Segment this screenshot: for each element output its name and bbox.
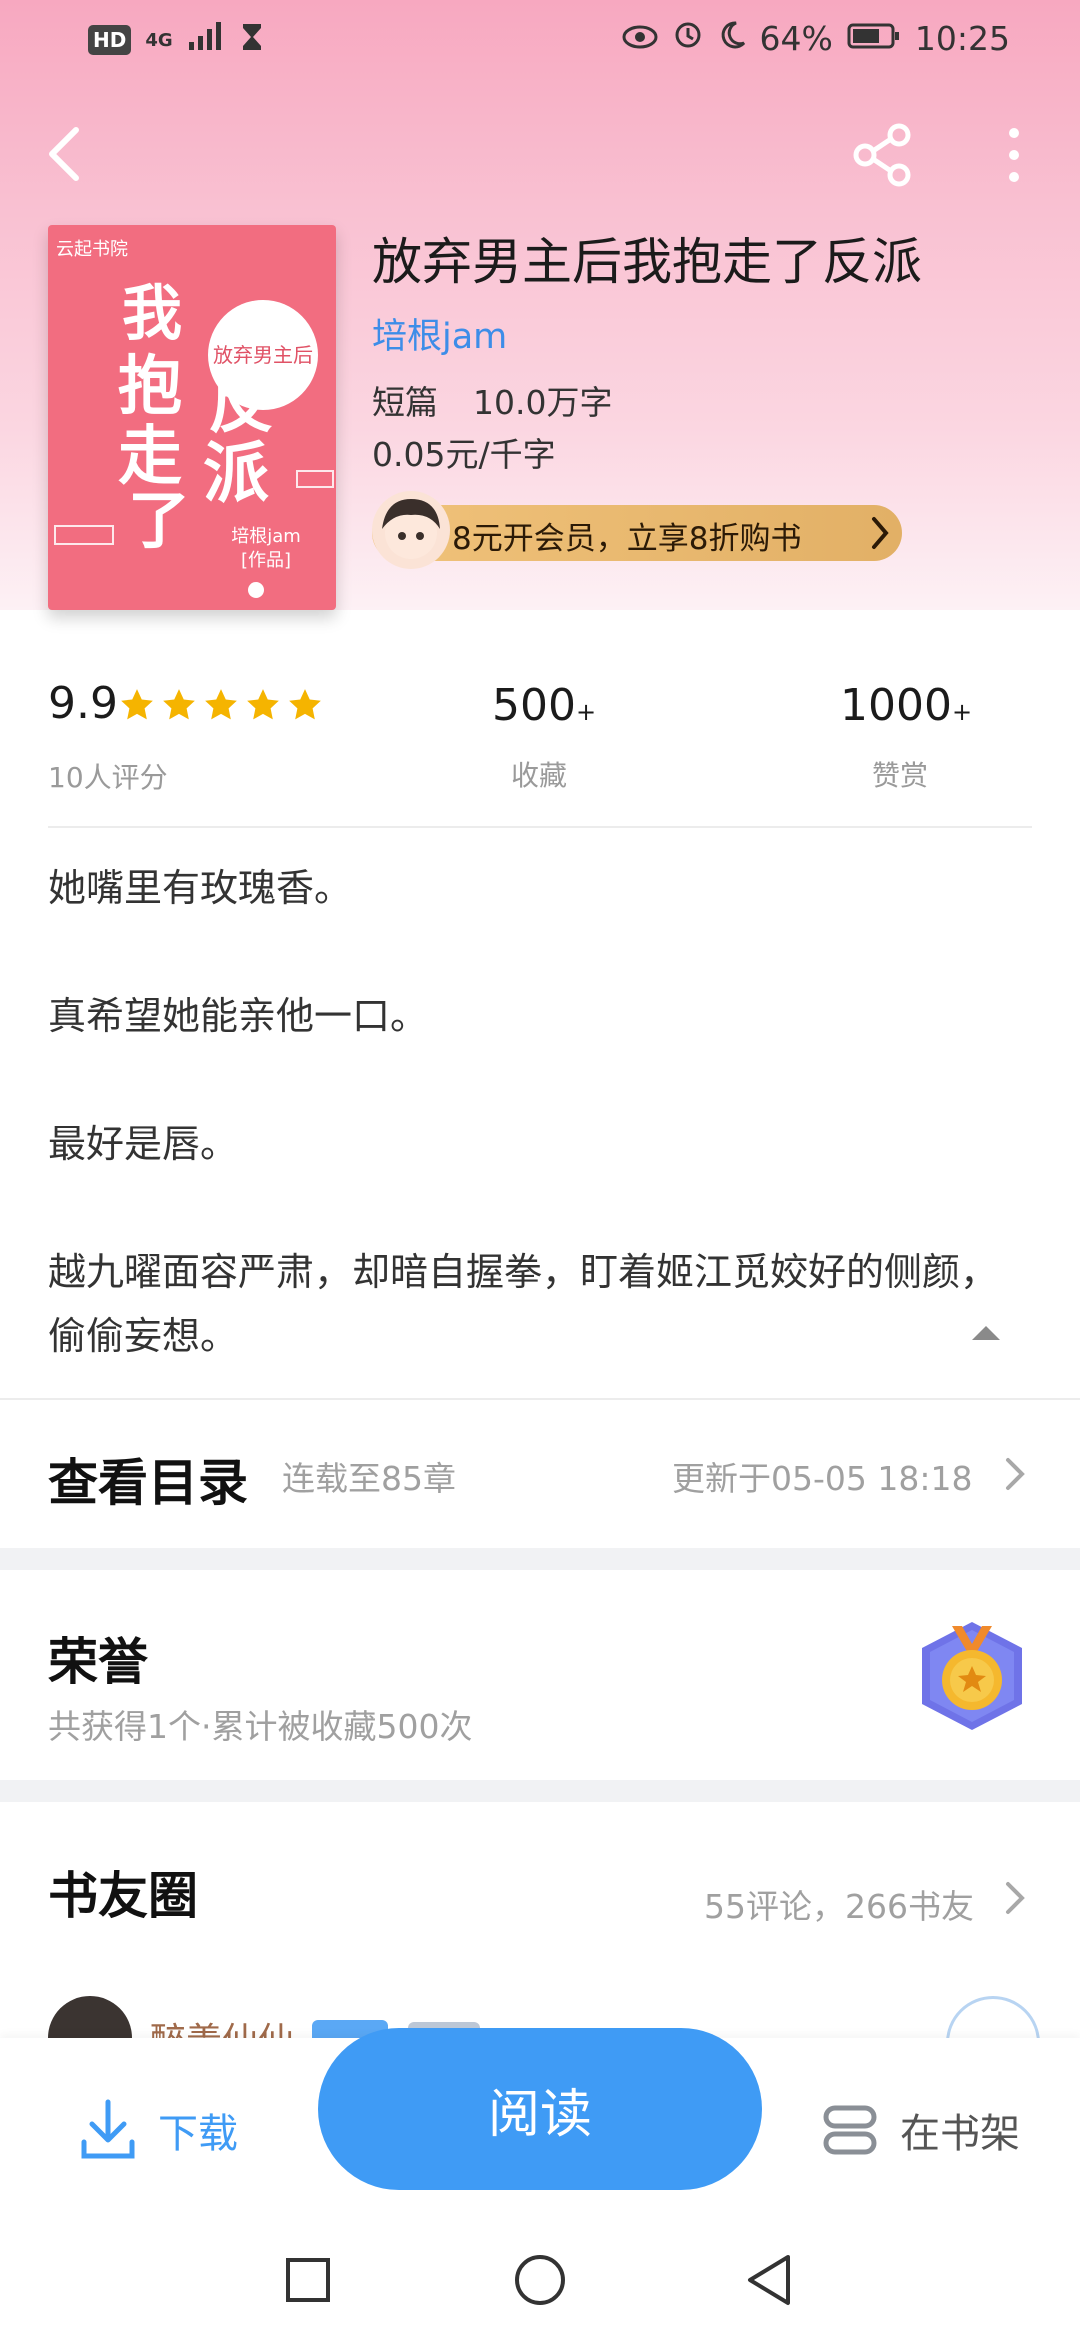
book-price: 0.05元/千字 [372, 435, 556, 474]
rewards-label: 赞赏 [872, 759, 929, 792]
read-button[interactable]: 阅读 [318, 2028, 762, 2190]
more-menu-button[interactable] [996, 120, 1032, 190]
network-label: 4G [145, 29, 173, 51]
rating-stars [118, 686, 324, 724]
honor-title: 荣誉 [48, 1632, 148, 1691]
vip-promo-banner[interactable]: 8元开会员，立享8折购书 [372, 491, 902, 569]
signal-icon [187, 20, 227, 60]
rating-count-label: 10人评分 [48, 761, 168, 794]
stats-divider [48, 826, 1032, 828]
favorites-label: 收藏 [511, 759, 568, 792]
share-icon [853, 123, 911, 187]
description-paragraph: 越九曜面容严肃，却暗自握拳，盯着姬江觅姣好的侧颜，偷偷妄想。 [48, 1250, 999, 1358]
more-vertical-icon [1009, 128, 1019, 182]
back-arrow-icon [49, 127, 79, 181]
back-nav-icon[interactable] [744, 2253, 794, 2307]
book-title: 放弃男主后我抱走了反派 [372, 233, 922, 291]
cover-dot-decoration [248, 582, 264, 598]
description-paragraph: 她嘴里有玫瑰香。 [48, 866, 353, 910]
length-type: 短篇 [372, 383, 438, 422]
word-count: 10.0万字 [473, 383, 613, 422]
cover-decoration [54, 525, 114, 545]
vip-avatar [372, 491, 450, 569]
chevron-right-icon [1006, 1882, 1025, 1914]
star-icon [289, 689, 321, 720]
catalog-updated: 更新于05-05 18:18 [672, 1459, 973, 1498]
cover-title-char: 了 [128, 484, 191, 557]
rewards-plus: + [951, 698, 973, 726]
star-icon [121, 689, 153, 720]
favorites-value: 500 [492, 680, 576, 731]
star-icon [247, 689, 279, 720]
section-gap [0, 1548, 1080, 1570]
rewards-value: 1000 [840, 680, 952, 731]
bookshelf-icon [823, 2105, 877, 2155]
catalog-status: 连载至85章 [282, 1459, 456, 1498]
star-icon [163, 689, 195, 720]
chevron-right-icon [1006, 1458, 1025, 1490]
favorites-count: 500+ [492, 680, 596, 731]
cover-publisher-logo: 云起书院 [56, 239, 128, 260]
cover-title-char: 派 [203, 434, 269, 512]
vip-promo-text: 8元开会员，立享8折购书 [452, 521, 802, 557]
clock-time: 10:25 [914, 18, 1010, 58]
download-button[interactable]: 下载 [80, 2090, 238, 2170]
rewards-count: 1000+ [840, 680, 972, 731]
medal-icon [922, 1622, 1022, 1730]
share-button[interactable] [848, 120, 918, 190]
read-label: 阅读 [487, 2084, 592, 2145]
chevron-right-icon [872, 517, 889, 549]
friends-title: 书友圈 [48, 1866, 198, 1925]
back-button[interactable] [36, 120, 92, 188]
collapse-arrow-icon[interactable] [970, 1322, 1002, 1342]
download-label: 下载 [158, 2111, 238, 2157]
honor-subtitle: 共获得1个·累计被收藏500次 [48, 1707, 473, 1746]
author-link[interactable]: 培根jam [372, 308, 507, 359]
cover-decoration [296, 470, 334, 488]
section-gap [0, 1780, 1080, 1802]
book-description[interactable]: 她嘴里有玫瑰香。 真希望她能亲他一口。 最好是唇。 越九曜面容严肃，却暗自握拳，… [48, 856, 1038, 1368]
battery-icon [847, 19, 901, 58]
description-paragraph: 真希望她能亲他一口。 [48, 994, 429, 1038]
book-meta: 短篇 10.0万字 [372, 376, 612, 424]
friends-summary: 55评论，266书友 [704, 1887, 974, 1926]
status-bar: HD 4G 64% 10:25 [0, 0, 1080, 80]
home-icon[interactable] [513, 2253, 567, 2307]
moon-icon [718, 19, 746, 58]
eye-icon [622, 19, 658, 58]
bookshelf-label: 在书架 [900, 2111, 1020, 2157]
favorites-plus: + [575, 698, 597, 726]
hd-indicator: HD [88, 25, 132, 55]
hourglass-icon [241, 21, 263, 60]
download-icon [81, 2099, 135, 2159]
star-icon [205, 689, 237, 720]
rating-score: 9.9 [48, 678, 118, 729]
cover-badge: 放弃男主后 [208, 300, 318, 410]
alarm-icon [672, 18, 704, 58]
recent-apps-icon[interactable] [284, 2256, 332, 2304]
description-paragraph: 最好是唇。 [48, 1122, 239, 1166]
battery-percent: 64% [759, 18, 833, 58]
bookshelf-button[interactable]: 在书架 [820, 2090, 1020, 2170]
catalog-title: 查看目录 [48, 1453, 248, 1512]
cover-author-line: 培根jam [作品] [231, 526, 301, 571]
book-cover[interactable]: 云起书院 我 抱 走 了 反 派 放弃男主后 培根jam [作品] [48, 225, 336, 610]
